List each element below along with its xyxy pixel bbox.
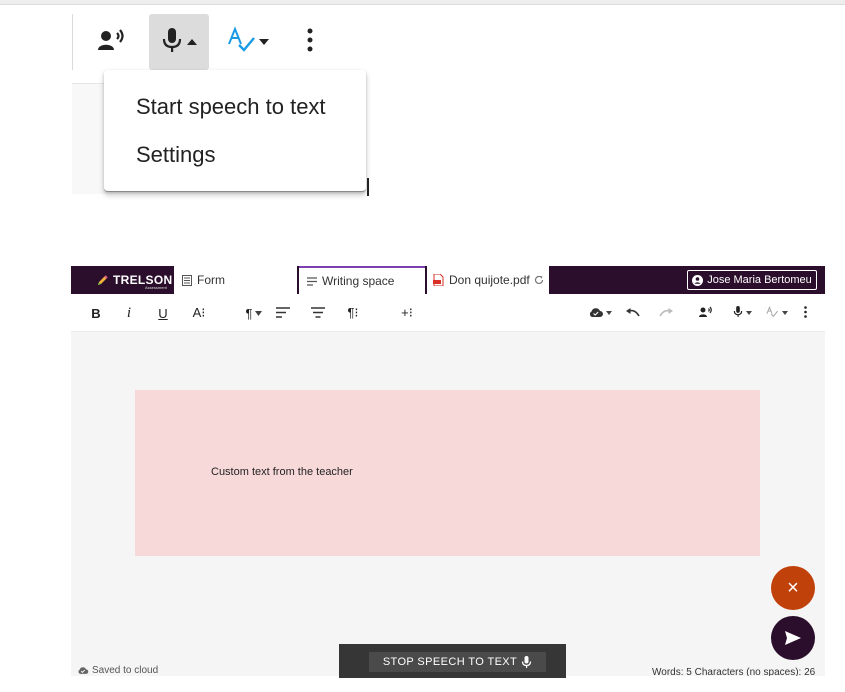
user-name: Jose Maria Bertomeu: [707, 274, 812, 286]
editor-toolbar: B i U A⁝ ¶ ¶⁝ +⁝: [71, 294, 825, 332]
tab-label: Don quijote.pdf: [449, 273, 530, 287]
tab-form[interactable]: Form: [174, 266, 297, 294]
speech-to-text-button[interactable]: [727, 294, 757, 332]
more-options-button[interactable]: [298, 14, 322, 70]
text-to-speech-icon: [97, 28, 127, 57]
cloud-save-button[interactable]: [586, 294, 614, 332]
trelson-logo[interactable]: TRELSON Assessment: [71, 266, 174, 294]
align-center-icon: [311, 306, 325, 321]
pdf-icon: [433, 274, 444, 286]
speech-to-text-button[interactable]: [149, 14, 209, 70]
editor-background: [72, 84, 107, 194]
undo-button[interactable]: [622, 294, 642, 332]
close-fab-button[interactable]: ×: [771, 566, 815, 610]
tab-don-quijote-pdf[interactable]: Don quijote.pdf: [427, 266, 549, 294]
teacher-note-box: Custom text from the teacher: [135, 390, 760, 556]
undo-icon: [625, 306, 640, 321]
document-lines-icon: [307, 276, 317, 286]
tab-writing-space[interactable]: Writing space: [299, 266, 425, 294]
redo-button[interactable]: [656, 294, 676, 332]
underline-button[interactable]: U: [154, 294, 172, 332]
text-to-speech-icon: [698, 306, 714, 321]
refresh-icon[interactable]: [534, 275, 544, 285]
more-vert-icon: [803, 305, 807, 321]
caret-down-icon: [259, 33, 269, 51]
microphone-icon: [733, 305, 743, 321]
pencil-icon: [97, 274, 109, 286]
cloud-done-icon: [77, 666, 89, 675]
menu-item-settings[interactable]: Settings: [136, 142, 216, 168]
speech-dropdown-menu: Start speech to text Settings: [104, 70, 366, 192]
teacher-note-text: Custom text from the teacher: [211, 466, 353, 478]
caret-down-icon: [255, 310, 263, 316]
microphone-icon: [161, 26, 183, 59]
align-left-button[interactable]: [273, 294, 293, 332]
top-strip: [0, 0, 845, 5]
submit-fab-button[interactable]: [771, 616, 815, 660]
text-cursor: [367, 178, 369, 196]
speech-to-text-bar: STOP SPEECH TO TEXT: [339, 644, 566, 678]
save-status-text: Saved to cloud: [92, 665, 159, 676]
insert-button[interactable]: +⁝: [395, 294, 419, 332]
text-to-speech-button[interactable]: [92, 14, 132, 70]
caret-down-icon: [782, 311, 788, 315]
italic-button[interactable]: i: [121, 294, 137, 332]
caret-up-icon: [187, 33, 197, 51]
spellcheck-button[interactable]: [220, 14, 276, 70]
cloud-done-icon: [588, 306, 604, 321]
account-circle-icon: [692, 274, 704, 286]
caret-down-icon: [745, 311, 752, 315]
paragraph-label: ¶: [245, 305, 253, 321]
word-count: Words: 5 Characters (no spaces): 26: [652, 667, 816, 676]
bold-button[interactable]: B: [87, 294, 105, 332]
zoomed-toolbar: [72, 14, 372, 84]
spellcheck-icon: [227, 25, 257, 59]
align-left-icon: [276, 306, 290, 321]
logo-subtitle: Assessment: [145, 285, 167, 290]
close-icon: ×: [787, 576, 799, 599]
tab-label: Writing space: [322, 274, 395, 288]
tab-label: Form: [197, 273, 225, 287]
stop-speech-to-text-button[interactable]: STOP SPEECH TO TEXT: [369, 652, 546, 672]
text-size-button[interactable]: A⁝: [187, 294, 211, 332]
spellcheck-button[interactable]: [761, 294, 793, 332]
form-icon: [182, 274, 192, 286]
user-account-button[interactable]: Jose Maria Bertomeu: [687, 270, 817, 290]
spellcheck-icon: [766, 305, 779, 321]
paragraph-style-button[interactable]: ¶: [239, 294, 269, 332]
more-options-button[interactable]: [799, 294, 811, 332]
send-icon: [784, 630, 802, 646]
stop-label: STOP SPEECH TO TEXT: [382, 656, 518, 668]
toolbar-divider: [72, 14, 73, 70]
menu-item-start-speech-to-text[interactable]: Start speech to text: [136, 94, 326, 120]
app-window: TRELSON Assessment Form Writing space Do…: [71, 266, 825, 676]
text-to-speech-button[interactable]: [695, 294, 717, 332]
caret-down-icon: [606, 311, 612, 315]
app-header: TRELSON Assessment Form Writing space Do…: [71, 266, 825, 294]
more-vert-icon: [307, 28, 313, 57]
align-center-button[interactable]: [308, 294, 328, 332]
redo-icon: [658, 306, 674, 321]
paragraph-spacing-button[interactable]: ¶⁝: [341, 294, 365, 332]
microphone-icon: [521, 655, 532, 669]
save-status: Saved to cloud: [77, 665, 158, 676]
